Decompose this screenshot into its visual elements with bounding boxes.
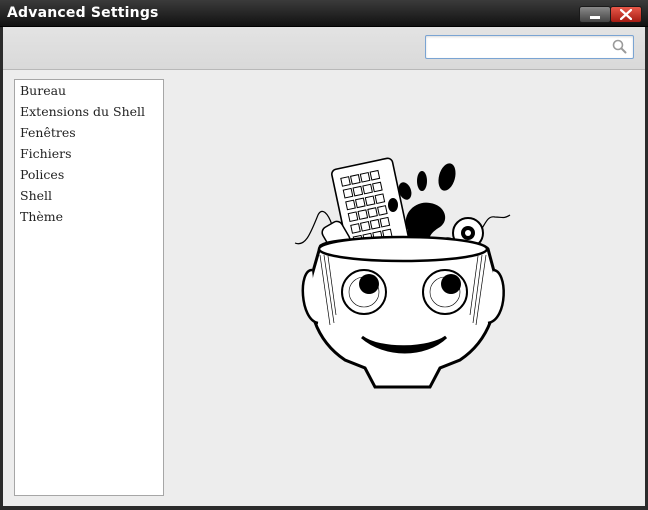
window-frame-bottom — [0, 506, 648, 510]
search-box[interactable] — [425, 35, 634, 59]
minimize-button[interactable] — [579, 6, 611, 23]
tweak-tool-mascot-icon — [294, 157, 511, 389]
sidebar-item-fonts[interactable]: Polices — [15, 164, 163, 185]
title-bar[interactable]: Advanced Settings — [0, 0, 648, 27]
category-list: Bureau Extensions du Shell Fenêtres Fich… — [14, 79, 164, 496]
window-frame-left — [0, 27, 3, 510]
sidebar-item-shell-extensions[interactable]: Extensions du Shell — [15, 101, 163, 122]
sidebar-item-bureau[interactable]: Bureau — [15, 80, 163, 101]
window-title: Advanced Settings — [7, 5, 159, 21]
search-input[interactable] — [430, 38, 612, 57]
minimize-icon — [590, 16, 600, 19]
sidebar-item-shell[interactable]: Shell — [15, 185, 163, 206]
close-icon — [620, 9, 632, 20]
sidebar-item-theme[interactable]: Thème — [15, 206, 163, 227]
sidebar-item-files[interactable]: Fichiers — [15, 143, 163, 164]
sidebar-item-windows[interactable]: Fenêtres — [15, 122, 163, 143]
close-button[interactable] — [610, 6, 642, 23]
header-toolbar — [3, 27, 645, 70]
search-icon[interactable] — [612, 39, 627, 54]
app-window: Advanced Settings Bureau Extensions du S… — [0, 0, 648, 510]
